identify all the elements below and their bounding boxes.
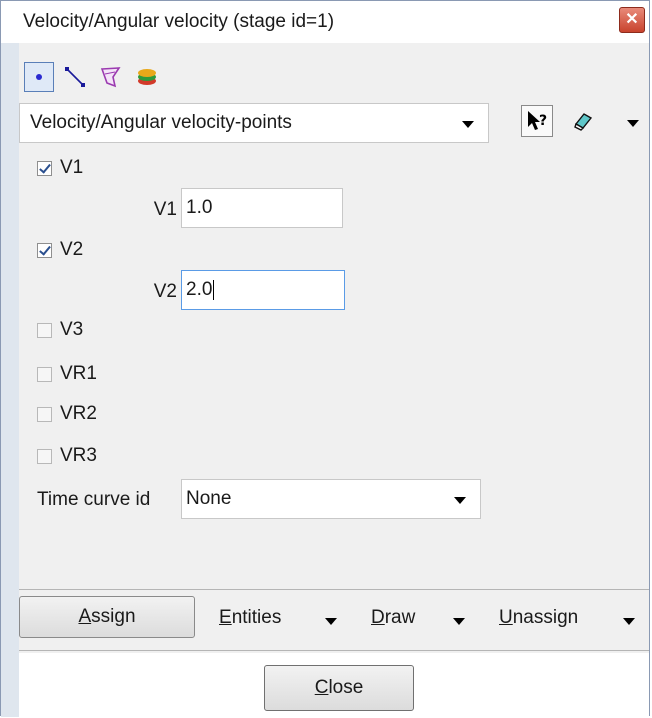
eraser-button[interactable] xyxy=(569,107,597,135)
entities-menu[interactable]: Entities xyxy=(219,607,281,629)
action-bar-top-border xyxy=(19,589,649,590)
title-bar[interactable]: Velocity/Angular velocity (stage id=1) ✕ xyxy=(1,1,649,44)
point-select-icon xyxy=(36,74,42,80)
text-caret xyxy=(213,279,215,300)
eraser-icon xyxy=(574,113,593,131)
window-title: Velocity/Angular velocity (stage id=1) xyxy=(23,11,335,32)
surface-select-icon xyxy=(100,67,121,88)
time-curve-label: Time curve id xyxy=(37,489,151,510)
dialog-content: Velocity/Angular velocity-points ? V1 V1… xyxy=(19,43,649,717)
v3-checkbox-label: V3 xyxy=(60,319,84,340)
draw-menu[interactable]: Draw xyxy=(371,607,415,629)
vr2-checkbox-row[interactable]: VR2 xyxy=(37,403,97,425)
v2-field-label: V2 xyxy=(153,281,177,302)
close-mnemonic: C xyxy=(314,677,329,698)
vr3-checkbox[interactable] xyxy=(37,448,52,464)
v1-field-label: V1 xyxy=(153,199,177,220)
close-button-label: Close xyxy=(315,677,364,698)
help-button[interactable]: ? xyxy=(521,105,553,137)
chevron-down-icon xyxy=(454,497,466,504)
close-label-rest: lose xyxy=(328,677,364,698)
v2-checkbox-row[interactable]: V2 xyxy=(37,239,83,261)
line-select-button[interactable] xyxy=(60,62,90,92)
unassign-mnemonic: U xyxy=(499,607,513,628)
unassign-menu[interactable]: Unassign xyxy=(499,607,578,629)
entities-label-rest: ntities xyxy=(231,607,282,628)
entities-mnemonic: E xyxy=(219,607,232,628)
left-gutter xyxy=(1,43,19,717)
dialog-footer: Close xyxy=(19,653,649,717)
action-bar-bottom-border xyxy=(19,650,649,651)
dialog-window: Velocity/Angular velocity (stage id=1) ✕… xyxy=(0,0,650,717)
v1-checkbox-row[interactable]: V1 xyxy=(37,157,83,179)
assign-button[interactable]: Assign xyxy=(19,596,195,638)
unassign-label-rest: nassign xyxy=(512,607,579,628)
draw-label-rest: raw xyxy=(384,607,416,628)
dropdown-arrow-icon[interactable] xyxy=(627,120,639,127)
draw-chevron-down-icon[interactable] xyxy=(453,618,465,625)
v2-input-value: 2.0 xyxy=(186,279,213,300)
close-button[interactable]: Close xyxy=(264,665,414,711)
v1-input-value: 1.0 xyxy=(186,197,213,218)
assign-mnemonic: A xyxy=(78,606,92,627)
help-pointer-icon: ? xyxy=(528,111,547,130)
v3-checkbox[interactable] xyxy=(37,322,52,338)
condition-select[interactable]: Velocity/Angular velocity-points xyxy=(19,103,489,143)
vr3-checkbox-label: VR3 xyxy=(60,445,97,466)
time-curve-value: None xyxy=(186,488,232,509)
time-curve-select[interactable]: None xyxy=(181,479,481,519)
point-select-button[interactable] xyxy=(24,62,54,92)
vr1-checkbox[interactable] xyxy=(37,366,52,382)
chevron-down-icon xyxy=(462,121,474,128)
layers-button[interactable] xyxy=(132,62,162,92)
draw-mnemonic: D xyxy=(371,607,385,628)
line-select-icon xyxy=(65,67,85,87)
help-question-mark: ? xyxy=(539,113,547,129)
vr2-checkbox-label: VR2 xyxy=(60,403,97,424)
vr2-checkbox[interactable] xyxy=(37,406,52,422)
unassign-chevron-down-icon[interactable] xyxy=(623,618,635,625)
vr1-checkbox-row[interactable]: VR1 xyxy=(37,363,97,385)
v3-checkbox-row[interactable]: V3 xyxy=(37,319,83,341)
entities-chevron-down-icon[interactable] xyxy=(325,618,337,625)
v2-checkbox[interactable] xyxy=(37,242,52,258)
v1-checkbox-label: V1 xyxy=(60,157,84,178)
condition-select-value: Velocity/Angular velocity-points xyxy=(30,112,292,133)
window-close-button[interactable]: ✕ xyxy=(619,7,645,33)
v2-checkbox-label: V2 xyxy=(60,239,84,260)
surface-select-button[interactable] xyxy=(96,62,126,92)
vr3-checkbox-row[interactable]: VR3 xyxy=(37,445,97,467)
assign-label-rest: ssign xyxy=(91,606,136,627)
layers-icon xyxy=(138,69,156,85)
vr1-checkbox-label: VR1 xyxy=(60,363,97,384)
selection-toolbar xyxy=(24,61,162,93)
v1-checkbox[interactable] xyxy=(37,160,52,176)
v2-input[interactable]: 2.0 xyxy=(181,270,345,310)
close-icon: ✕ xyxy=(625,11,639,28)
assign-button-label: Assign xyxy=(78,606,135,627)
v1-input[interactable]: 1.0 xyxy=(181,188,343,228)
